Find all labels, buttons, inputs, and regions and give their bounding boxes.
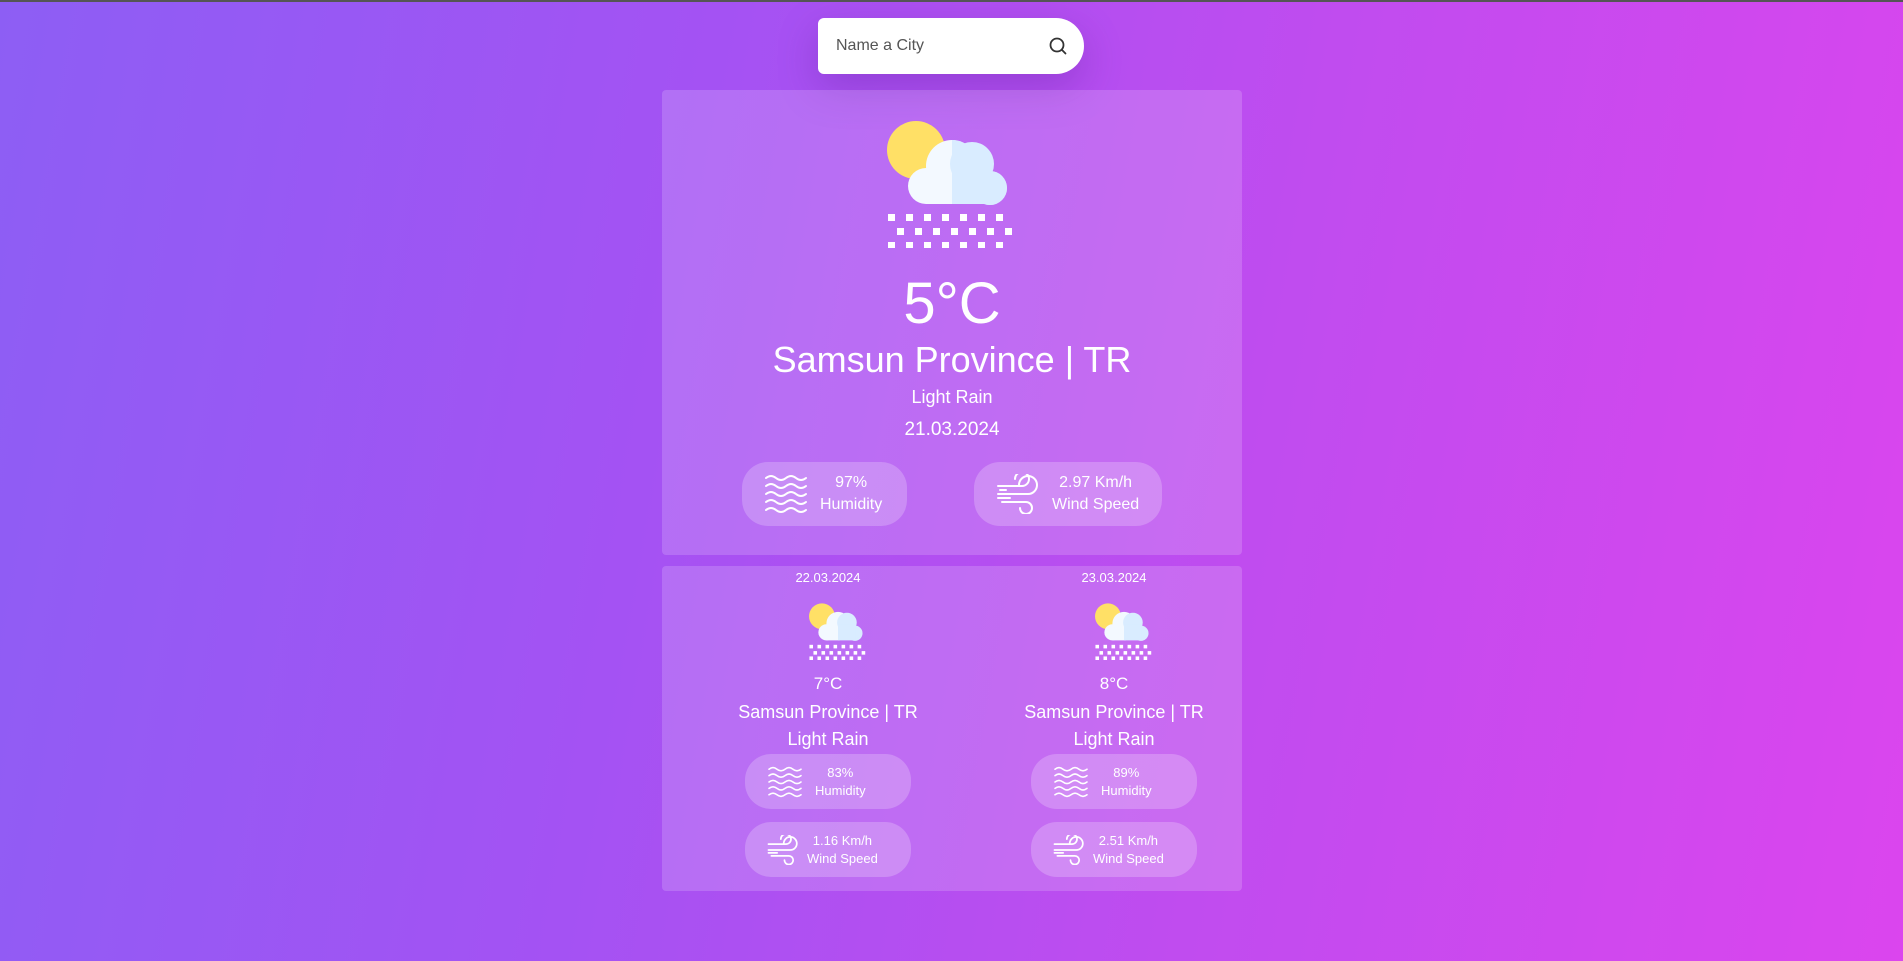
forecast-location: Samsun Province | TR	[1024, 702, 1204, 722]
humidity-label: Humidity	[820, 496, 883, 513]
wind-icon	[997, 474, 1038, 514]
wind-value: 2.97 Km/h	[1059, 474, 1133, 492]
humidity-label: Humidity	[815, 782, 866, 798]
humidity-label: Humidity	[1101, 782, 1152, 798]
forecast-day: 23.03.2024 8°C Samsun Province | TR Ligh…	[1014, 566, 1214, 891]
humidity-value: 83%	[827, 764, 854, 780]
forecast-wind-pill: 2.51 Km/h Wind Speed	[1031, 822, 1197, 877]
forecast-humidity-pill: 83% Humidity	[745, 754, 911, 809]
forecast-temperature: 8°C	[1099, 674, 1129, 693]
search-input[interactable]	[834, 30, 1038, 62]
weather-icon	[886, 118, 1018, 253]
forecast-location: Samsun Province | TR	[738, 702, 918, 722]
forecast-card: 22.03.2024 7°C Samsun Province | TR Ligh…	[662, 566, 1242, 891]
forecast-description: Light Rain	[1073, 729, 1155, 749]
wind-value: 1.16 Km/h	[812, 832, 873, 848]
humidity-value: 97%	[835, 474, 868, 492]
humidity-value: 89%	[1113, 764, 1140, 780]
current-weather-card: 5°C Samsun Province | TR Light Rain 21.0…	[662, 90, 1242, 555]
humidity-waves-icon	[765, 475, 807, 513]
humidity-pill: 97% Humidity	[742, 462, 907, 526]
forecast-weather-icon	[1094, 602, 1154, 665]
search-bar	[818, 18, 1084, 74]
wind-value: 2.51 Km/h	[1098, 832, 1159, 848]
sun-cloud-snow-icon	[887, 121, 1012, 248]
humidity-waves-icon	[768, 766, 802, 797]
current-date: 21.03.2024	[904, 419, 1000, 440]
wind-pill: 2.97 Km/h Wind Speed	[974, 462, 1162, 526]
wind-label: Wind Speed	[1052, 496, 1140, 513]
wind-label: Wind Speed	[807, 850, 878, 866]
window-top-border	[0, 0, 1903, 2]
forecast-date: 23.03.2024	[1081, 570, 1147, 585]
humidity-waves-icon	[1054, 766, 1088, 797]
search-icon	[1049, 37, 1067, 55]
sun-cloud-snow-icon	[1095, 603, 1152, 660]
current-temperature: 5°C	[903, 271, 1001, 336]
forecast-humidity-pill: 89% Humidity	[1031, 754, 1197, 809]
forecast-date: 22.03.2024	[795, 570, 861, 585]
wind-icon	[767, 834, 798, 865]
forecast-temperature: 7°C	[813, 674, 843, 693]
sun-cloud-snow-icon	[809, 603, 866, 660]
wind-label: Wind Speed	[1093, 850, 1164, 866]
forecast-weather-icon	[808, 602, 868, 665]
search-button[interactable]	[1046, 34, 1070, 58]
wind-icon	[1053, 834, 1084, 865]
current-description: Light Rain	[911, 387, 993, 407]
forecast-description: Light Rain	[787, 729, 869, 749]
forecast-day: 22.03.2024 7°C Samsun Province | TR Ligh…	[728, 566, 928, 891]
forecast-wind-pill: 1.16 Km/h Wind Speed	[745, 822, 911, 877]
current-location: Samsun Province | TR	[772, 339, 1132, 380]
